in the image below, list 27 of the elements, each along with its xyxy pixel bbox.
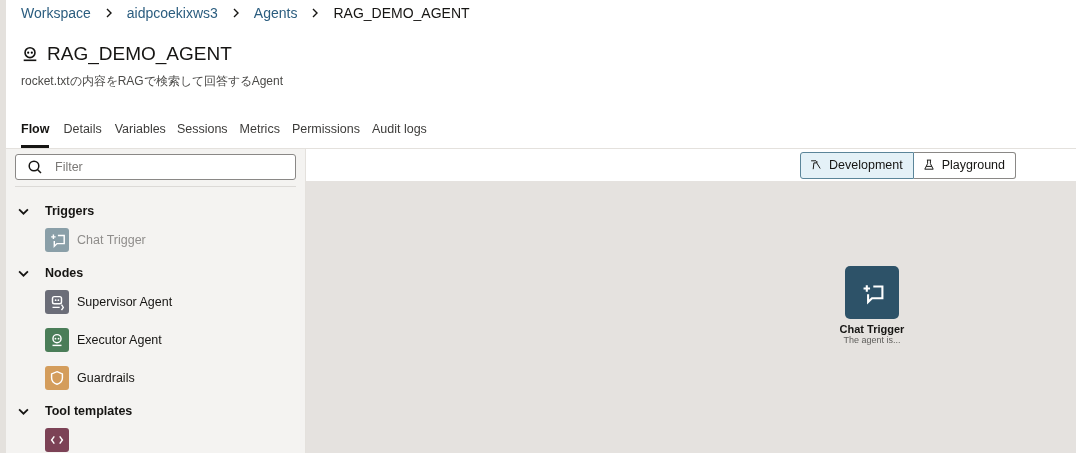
- node-title: Chat Trigger: [839, 323, 905, 335]
- chat-trigger-node[interactable]: [845, 266, 899, 319]
- tab[interactable]: Metrics: [239, 122, 280, 148]
- breadcrumb-link[interactable]: Workspace: [21, 5, 91, 21]
- palette-item[interactable]: Guardrails: [6, 359, 305, 397]
- page-description: rocket.txtの内容をRAGで検索して回答するAgent: [21, 73, 285, 89]
- chevron-right-icon: [105, 8, 112, 18]
- mode-button[interactable]: Playground: [913, 151, 1016, 179]
- tab[interactable]: Audit logs: [371, 122, 427, 148]
- tab[interactable]: Sessions: [176, 122, 228, 148]
- mode-button[interactable]: Development: [800, 151, 914, 179]
- breadcrumb-link[interactable]: aidpcoekixws3: [126, 5, 218, 21]
- tab[interactable]: Variables: [114, 122, 166, 148]
- search-icon: [28, 160, 42, 174]
- chevron-right-icon: [312, 8, 319, 18]
- tab[interactable]: Permissions: [291, 122, 360, 148]
- chevron-right-icon: [232, 8, 239, 18]
- node-subtitle: The agent is...: [843, 335, 901, 345]
- page-title: RAG_DEMO_AGENT: [47, 43, 232, 65]
- robot-icon: [21, 45, 39, 63]
- filter-field[interactable]: Filter: [15, 154, 296, 180]
- tab[interactable]: Details: [63, 122, 102, 148]
- flask-icon: [921, 158, 936, 172]
- palette-item[interactable]: Executor Agent: [6, 321, 305, 359]
- breadcrumb-current: RAG_DEMO_AGENT: [333, 5, 470, 21]
- breadcrumb-link[interactable]: Agents: [253, 5, 298, 21]
- section-header[interactable]: Tool templates: [6, 397, 305, 425]
